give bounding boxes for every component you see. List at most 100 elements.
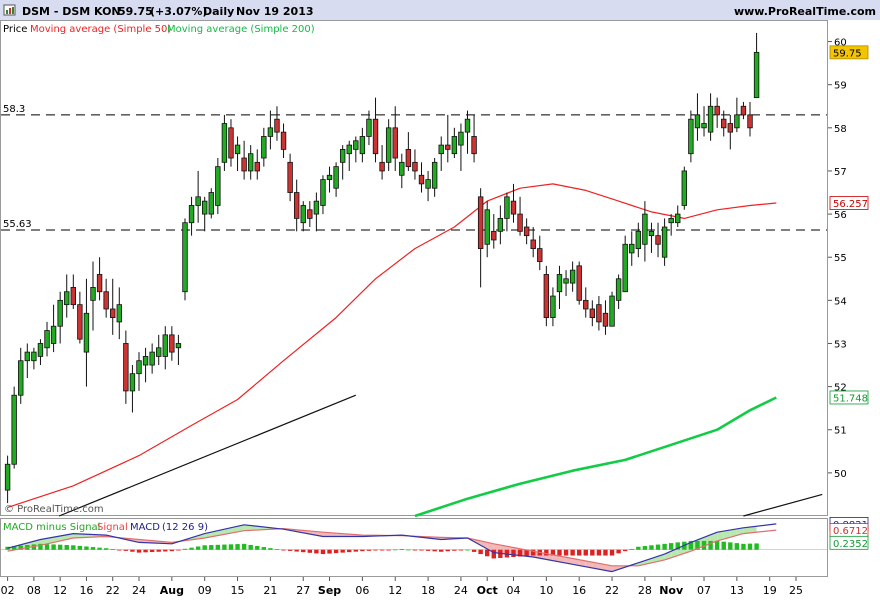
- macd-histogram-bar: [91, 547, 95, 550]
- y-tick-label: 58: [834, 124, 847, 135]
- candle-body: [32, 352, 37, 361]
- x-tick-label: 12: [53, 584, 67, 597]
- candle: [12, 387, 17, 469]
- candle: [748, 102, 753, 137]
- candle: [689, 111, 694, 163]
- macd-histogram-bar: [216, 545, 220, 550]
- macd-histogram-bar: [143, 550, 147, 553]
- candle-body: [91, 287, 96, 300]
- x-tick-label: 24: [132, 584, 146, 597]
- macd-histogram-bar: [406, 550, 410, 551]
- ma200-line: [415, 398, 776, 517]
- candle: [51, 305, 56, 352]
- macd-histogram-bar: [492, 550, 496, 559]
- candle-body: [189, 205, 194, 222]
- candle: [222, 115, 227, 171]
- macd-histogram-bar: [203, 545, 207, 549]
- candle-body: [439, 145, 444, 154]
- candle-body: [636, 231, 641, 248]
- macd-histogram-bar: [334, 550, 338, 553]
- header-price: 59.75: [118, 5, 153, 18]
- macd-histogram-bar: [636, 547, 640, 550]
- x-tick-label: 25: [789, 584, 803, 597]
- candle-body: [51, 326, 56, 343]
- candle-body: [275, 119, 280, 132]
- macd-histogram-bar: [65, 545, 69, 550]
- macd-legend-params: (12 26 9): [162, 522, 208, 533]
- x-tick-label: 22: [106, 584, 120, 597]
- candle: [130, 365, 135, 412]
- candle: [419, 162, 424, 192]
- candle: [216, 158, 221, 214]
- candle-body: [262, 136, 267, 158]
- candle-body: [222, 124, 227, 163]
- x-tick-label: 18: [421, 584, 435, 597]
- candle-body: [491, 231, 496, 240]
- macd-histogram-bar: [478, 550, 482, 554]
- x-tick-label: Sep: [318, 584, 341, 597]
- candle: [209, 188, 214, 218]
- macd-histogram-bar: [308, 550, 312, 553]
- macd-histogram-bar: [360, 550, 364, 551]
- macd-legend-hist: MACD minus Signal: [3, 522, 100, 533]
- candle-body: [544, 274, 549, 317]
- candle: [117, 287, 122, 339]
- macd-value-tag: 0.2352: [830, 536, 868, 550]
- macd-histogram-bar: [170, 550, 174, 551]
- x-tick-label: 10: [539, 584, 553, 597]
- macd-histogram-bar: [163, 550, 167, 552]
- macd-histogram-bar: [432, 550, 436, 552]
- macd-histogram-bar: [748, 544, 752, 550]
- candle-body: [229, 128, 234, 158]
- candle-body: [209, 193, 214, 215]
- candle: [413, 149, 418, 179]
- value-tag-label: 51.748: [833, 393, 868, 404]
- macd-value-tag-label: 0.2352: [833, 539, 868, 550]
- moving-averages: [8, 184, 777, 516]
- candle: [18, 348, 23, 404]
- header-change: (+3.07%): [150, 5, 207, 18]
- candle-body: [721, 119, 726, 128]
- macd-histogram-bar: [649, 545, 653, 549]
- macd-histogram-bar: [656, 545, 660, 550]
- candle-body: [340, 149, 345, 162]
- candle-body: [551, 296, 556, 318]
- candle: [58, 292, 63, 344]
- candle: [321, 175, 326, 214]
- candle: [143, 348, 148, 383]
- candle: [156, 335, 161, 365]
- candle: [524, 218, 529, 244]
- macd-histogram-bar: [367, 550, 371, 551]
- candle: [485, 201, 490, 257]
- header-site: www.ProRealTime.com: [734, 5, 876, 18]
- candle-body: [695, 115, 700, 128]
- candle: [432, 158, 437, 197]
- candle-body: [156, 348, 161, 357]
- legend-price: Price: [3, 24, 27, 35]
- macd-histogram-bar: [544, 550, 548, 556]
- candle-body: [656, 236, 661, 245]
- candle-body: [150, 352, 155, 365]
- candle-body: [183, 223, 188, 292]
- candle: [491, 214, 496, 249]
- value-tag-label: 59.75: [833, 48, 862, 59]
- candle-body: [570, 270, 575, 283]
- x-tick-label: 12: [388, 584, 402, 597]
- macd-histogram-bar: [275, 549, 279, 550]
- candle-body: [97, 274, 102, 291]
- x-tick-label: 16: [79, 584, 93, 597]
- candle-body: [176, 343, 181, 347]
- date-axis: 020812162224Aug09152127Sep06121824Oct041…: [1, 577, 803, 597]
- macd-histogram-bar: [735, 543, 739, 550]
- chart-window: DSM - DSM KON 59.75 (+3.07%) Daily Nov 1…: [0, 0, 880, 600]
- candle-body: [38, 343, 43, 356]
- candle: [728, 115, 733, 150]
- candle: [386, 119, 391, 171]
- candle-body: [202, 201, 207, 214]
- candle: [518, 197, 523, 236]
- x-tick-label: 06: [355, 584, 369, 597]
- candle: [505, 193, 510, 232]
- candle: [163, 326, 168, 369]
- candle: [557, 266, 562, 309]
- macd-histogram-bar: [268, 548, 272, 550]
